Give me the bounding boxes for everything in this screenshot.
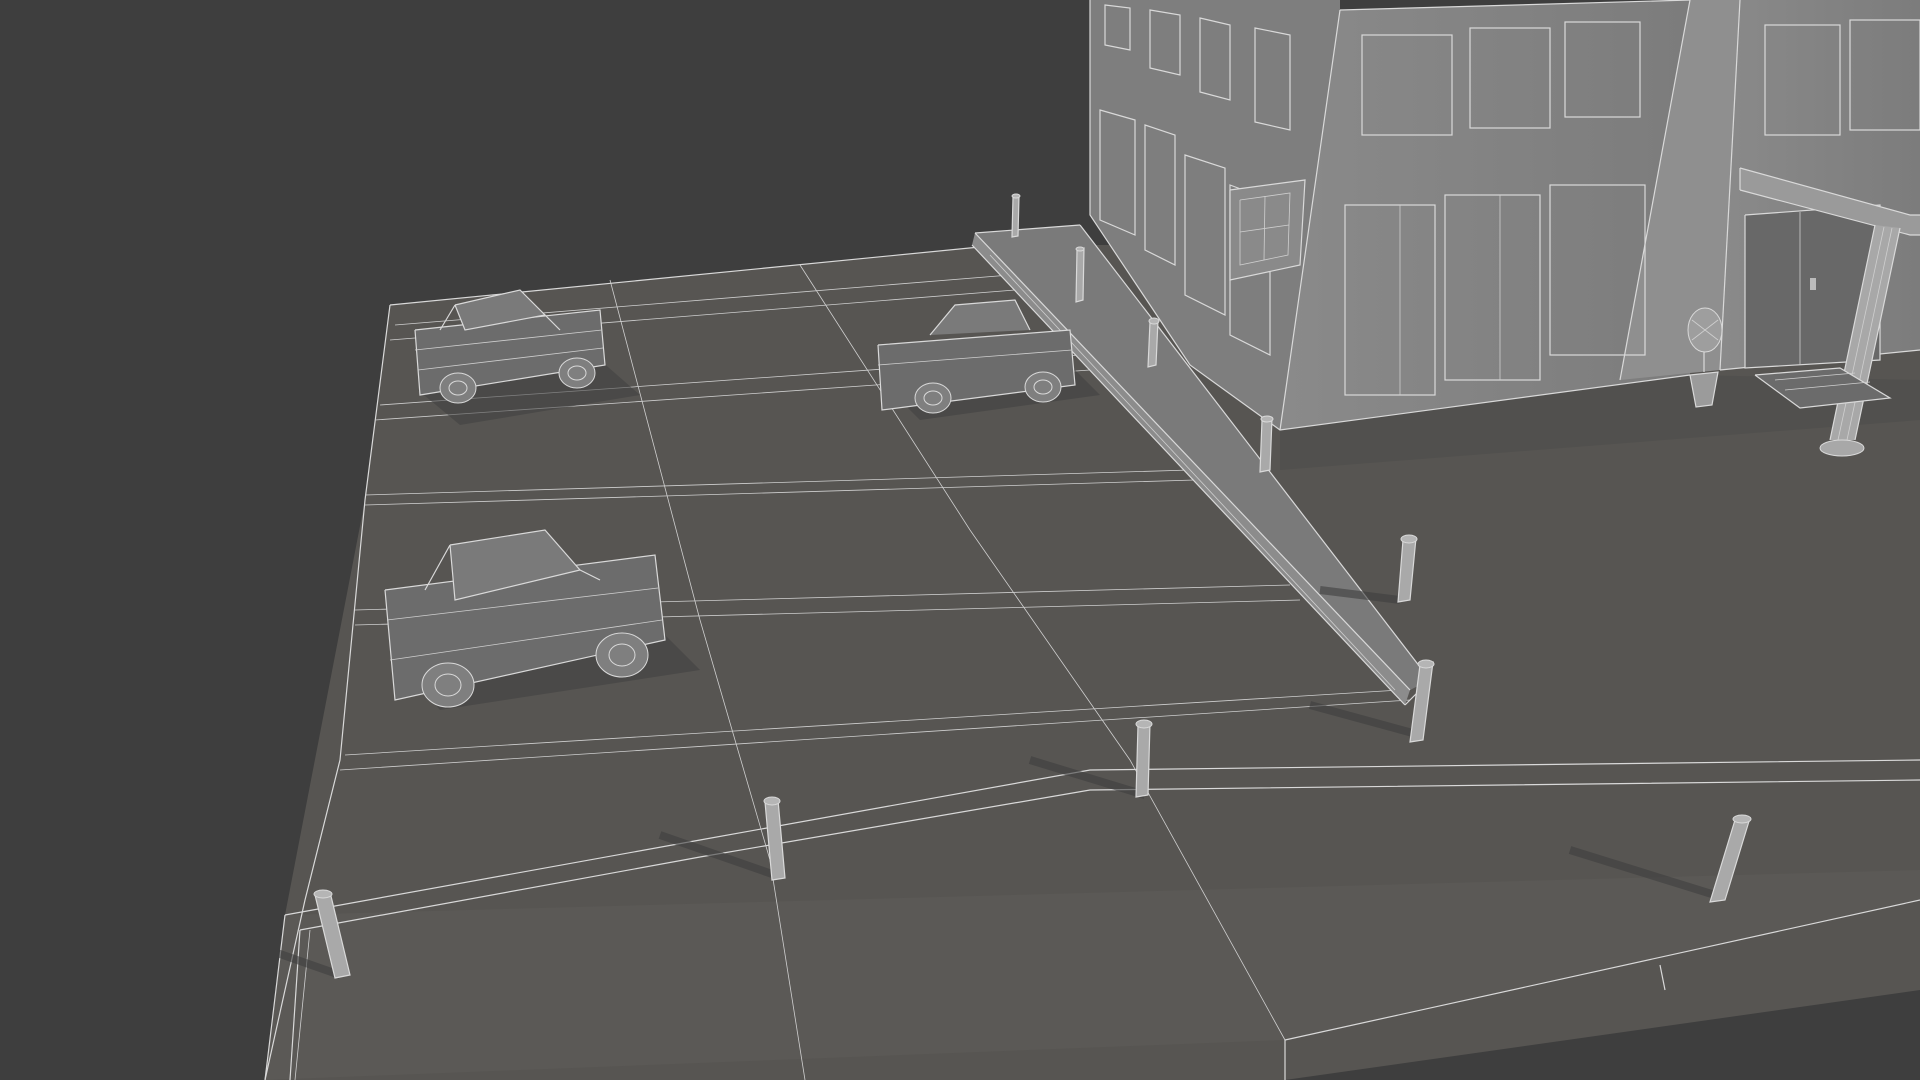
3d-scene[interactable]: [0, 0, 1920, 1080]
bollard[interactable]: [1075, 246, 1085, 303]
3d-viewport[interactable]: [0, 0, 1920, 1080]
